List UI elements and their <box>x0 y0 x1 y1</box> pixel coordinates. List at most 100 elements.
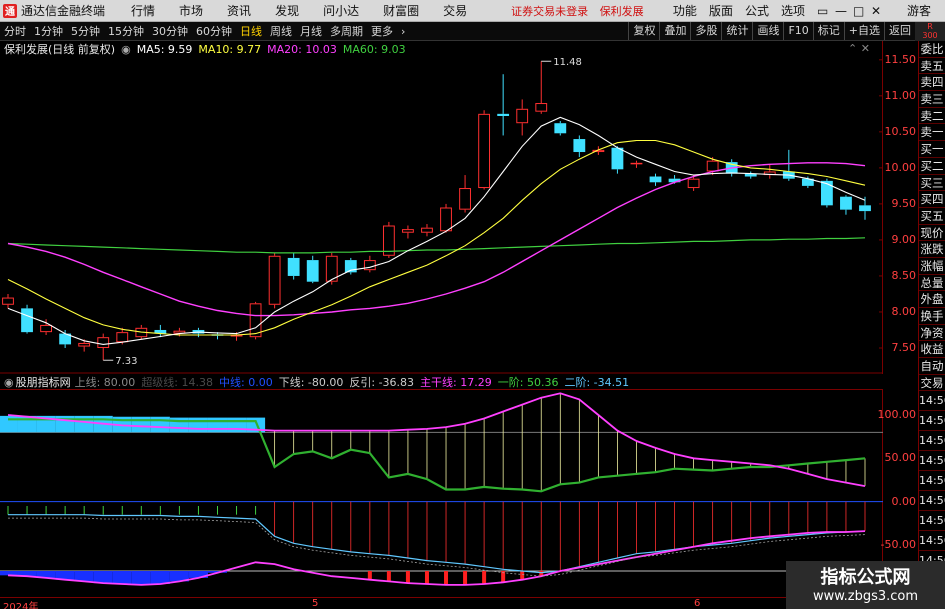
side-item-6[interactable]: 买一 <box>919 141 945 158</box>
side-time-6: 14:56 <box>919 511 945 532</box>
side-item-11[interactable]: 现价 <box>919 225 945 242</box>
tool-button-7[interactable]: +自选 <box>843 22 884 40</box>
side-item-7[interactable]: 买二 <box>919 158 945 175</box>
candlestick-chart[interactable]: 11.48 7.33 <box>0 41 883 374</box>
tool-button-0[interactable]: 复权 <box>628 22 659 40</box>
period-tab-5[interactable]: 60分钟 <box>192 23 236 39</box>
candle-16 <box>306 255 319 284</box>
period-tab-1[interactable]: 1分钟 <box>30 23 67 39</box>
trade-login-status[interactable]: 证券交易未登录 <box>511 5 588 18</box>
indicator-name: 股朋指标网 <box>15 376 71 389</box>
maximize-icon[interactable]: □ <box>847 4 865 18</box>
side-item-9[interactable]: 买四 <box>919 191 945 208</box>
side-item-15[interactable]: 外盘 <box>919 291 945 308</box>
period-tab-10[interactable]: 更多 <box>367 23 397 39</box>
tool-button-6[interactable]: 标记 <box>812 22 844 40</box>
right-menu: 功能 版面 公式 选项 ▭ — □ ✕ 游客 <box>667 2 945 19</box>
watermark-url: www.zbgs3.com <box>812 589 919 604</box>
menu-options[interactable]: 选项 <box>775 2 811 19</box>
menu-layout[interactable]: 版面 <box>703 2 739 19</box>
ind-bar-7 <box>131 416 151 585</box>
ind-bar-4 <box>74 415 94 582</box>
side-item-8[interactable]: 买三 <box>919 175 945 192</box>
menu-formula[interactable]: 公式 <box>739 2 775 19</box>
candle-24 <box>459 175 471 213</box>
side-item-5[interactable]: 卖一 <box>919 124 945 142</box>
ind-bar-6 <box>112 416 132 584</box>
price-tick-8: 7.50 <box>891 340 917 354</box>
ind-bar-1 <box>17 415 37 577</box>
tool-button-1[interactable]: 叠加 <box>659 22 690 40</box>
high-annotation: 11.48 <box>553 57 582 68</box>
menu-item-2[interactable]: 资讯 <box>215 2 263 19</box>
period-tab-2[interactable]: 5分钟 <box>67 23 104 39</box>
tool-button-2[interactable]: 多股 <box>690 22 721 40</box>
side-item-18[interactable]: 收益 <box>919 341 945 359</box>
tool-button-5[interactable]: F10 <box>783 22 812 40</box>
fanyin-label: 反引: -36.83 <box>349 376 415 389</box>
side-time-7: 14:56 <box>919 531 945 552</box>
guest-user[interactable]: 游客 <box>901 2 937 19</box>
date-label-may: 5 <box>312 598 319 609</box>
candle-20 <box>382 221 395 258</box>
candle-33 <box>630 160 643 168</box>
app-title: 通达信金融终端 <box>21 4 106 18</box>
close-icon[interactable]: ✕ <box>865 4 883 18</box>
period-tab-9[interactable]: 多周期 <box>326 23 367 39</box>
r-badge[interactable]: R 300 <box>915 22 945 41</box>
login-notice[interactable]: 证券交易未登录 保利发展 <box>511 3 652 19</box>
side-item-1[interactable]: 卖五 <box>919 58 945 75</box>
period-tab-6[interactable]: 日线 <box>236 23 266 39</box>
side-item-19[interactable]: 自动 <box>919 358 945 375</box>
period-tab-0[interactable]: 分时 <box>0 23 30 39</box>
minimize-icon[interactable]: — <box>829 4 847 18</box>
candle-31 <box>592 146 605 155</box>
more-chevron-icon[interactable]: › <box>397 25 409 38</box>
period-tab-8[interactable]: 月线 <box>296 23 326 39</box>
menu-item-5[interactable]: 财富圈 <box>371 2 431 19</box>
ind-bar-28 <box>539 397 544 577</box>
menu-function[interactable]: 功能 <box>667 2 703 19</box>
indicator-toggle-icon[interactable]: ◉ <box>4 376 14 389</box>
price-axis: 11.50 11.00 10.50 10.00 9.50 9.00 8.50 8.00 7.50 <box>883 41 918 374</box>
super-line-label: 超级线: 14.38 <box>141 376 214 389</box>
side-item-10[interactable]: 买五 <box>919 208 945 225</box>
candle-25 <box>478 110 491 190</box>
tool-button-3[interactable]: 统计 <box>721 22 752 40</box>
side-item-3[interactable]: 卖三 <box>919 91 945 108</box>
tool-button-8[interactable]: 返回 <box>884 22 915 40</box>
tool-button-4[interactable]: 画线 <box>752 22 783 40</box>
side-item-13[interactable]: 涨幅 <box>919 258 945 275</box>
side-item-20[interactable]: 交易 <box>919 375 945 392</box>
menu-item-3[interactable]: 发现 <box>263 2 311 19</box>
candle-30 <box>573 135 586 158</box>
candle-32 <box>611 146 624 174</box>
jie2-label: 二阶: -34.51 <box>564 376 630 389</box>
window-mode-icon[interactable]: ▭ <box>811 4 829 18</box>
period-tab-3[interactable]: 15分钟 <box>104 23 148 39</box>
side-item-12[interactable]: 涨跌 <box>919 241 945 258</box>
menu-item-6[interactable]: 交易 <box>431 2 479 19</box>
side-item-2[interactable]: 卖四 <box>919 74 945 92</box>
side-item-17[interactable]: 净资 <box>919 325 945 342</box>
period-tab-4[interactable]: 30分钟 <box>148 23 192 39</box>
candle-1 <box>21 304 33 334</box>
r-badge-line1: R <box>927 22 933 31</box>
quote-side-panel: 委比 卖五 卖四 卖三 卖二 卖一 买一 买二 买三 买四 买五 现价 涨跌 涨幅 总量 外盘 换手 净资 收益 自动… <box>918 41 945 609</box>
ind-bar-10 <box>188 417 208 578</box>
ma5-line <box>7 116 866 345</box>
ind-tick-3: -50.00 <box>880 538 916 551</box>
candle-3 <box>59 329 72 348</box>
side-item-16[interactable]: 换手 <box>919 308 945 325</box>
menu-item-4[interactable]: 问小达 <box>311 2 371 19</box>
menu-item-1[interactable]: 市场 <box>167 2 215 19</box>
menu-item-0[interactable]: 行情 <box>119 2 167 19</box>
side-item-14[interactable]: 总量 <box>919 275 945 292</box>
ind-tick-1: 50.00 <box>884 451 917 465</box>
side-item-0[interactable]: 委比 <box>919 41 945 58</box>
price-tick-5: 9.00 <box>891 232 917 246</box>
period-tab-7[interactable]: 周线 <box>266 23 296 39</box>
indicator-chart[interactable] <box>0 389 883 597</box>
side-item-4[interactable]: 卖二 <box>919 108 945 125</box>
ind-bar-21 <box>405 429 410 584</box>
